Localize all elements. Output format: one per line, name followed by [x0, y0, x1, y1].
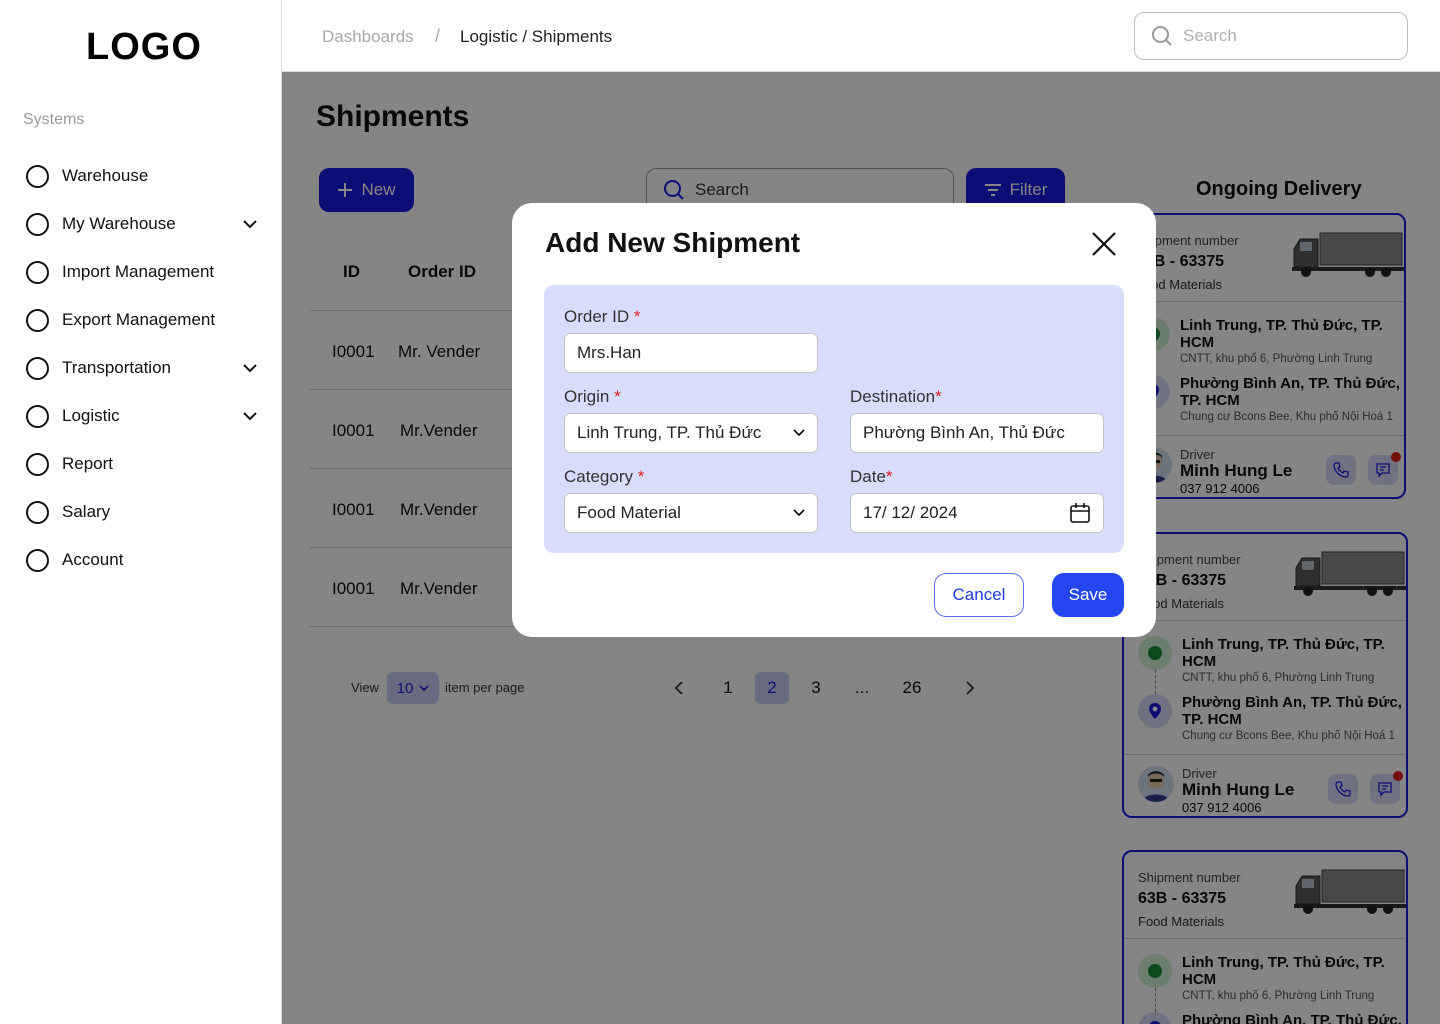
sidebar-item-label: My Warehouse: [62, 214, 176, 233]
sidebar-item-my-warehouse[interactable]: My Warehouse: [26, 200, 258, 248]
sidebar-item-report[interactable]: Report: [26, 440, 258, 488]
chevron-down-icon: [793, 509, 805, 517]
sidebar-item-label: Account: [62, 550, 124, 569]
circle-icon: [26, 212, 49, 236]
sidebar-item-label: Report: [62, 454, 114, 473]
origin-select[interactable]: Linh Trung, TP. Thủ Đức: [564, 413, 818, 453]
destination-label: Destination*: [850, 387, 942, 406]
topbar: Dashboards / Logistic / Shipments: [282, 0, 1440, 72]
circle-icon: [26, 260, 49, 284]
top-search-box[interactable]: [1134, 12, 1408, 60]
sidebar-item-label: Import Management: [62, 262, 215, 281]
sidebar-item-label: Salary: [62, 502, 111, 521]
breadcrumb-root[interactable]: Dashboards: [322, 27, 414, 47]
order-id-label: Order ID *: [564, 307, 641, 326]
category-label: Category *: [564, 467, 645, 486]
search-icon: [1152, 26, 1172, 46]
circle-icon: [26, 164, 49, 188]
top-search-input[interactable]: [1183, 26, 1383, 46]
close-button[interactable]: [1088, 229, 1120, 261]
destination-value: Phường Bình An, Thủ Đức: [863, 423, 1065, 442]
sidebar-item-import-management[interactable]: Import Management: [26, 248, 258, 296]
sidebar-item-label: Warehouse: [62, 166, 149, 185]
sidebar-item-transportation[interactable]: Transportation: [26, 344, 258, 392]
date-label: Date*: [850, 467, 893, 486]
chevron-down-icon[interactable]: [242, 360, 258, 376]
order-id-field[interactable]: Mrs.Han: [564, 333, 818, 373]
dialog-title: Add New Shipment: [545, 227, 801, 258]
category-value: Food Material: [577, 503, 681, 522]
breadcrumb-separator: /: [435, 26, 441, 46]
sidebar-item-export-management[interactable]: Export Management: [26, 296, 258, 344]
category-select[interactable]: Food Material: [564, 493, 818, 533]
sidebar-item-label: Logistic: [62, 406, 120, 425]
chevron-down-icon[interactable]: [242, 408, 258, 424]
sidebar-item-warehouse[interactable]: Warehouse: [26, 152, 258, 200]
origin-label: Origin *: [564, 387, 621, 406]
shipment-form: Order ID * Mrs.Han Origin * Linh Trung, …: [544, 285, 1124, 553]
chevron-down-icon[interactable]: [242, 216, 258, 232]
order-id-value: Mrs.Han: [577, 343, 642, 362]
chevron-down-icon: [793, 429, 805, 437]
origin-value: Linh Trung, TP. Thủ Đức: [577, 423, 762, 442]
date-value: 17/ 12/ 2024: [863, 503, 958, 522]
sidebar-item-salary[interactable]: Salary: [26, 488, 258, 536]
breadcrumb-current: Logistic / Shipments: [460, 27, 613, 46]
circle-icon: [26, 500, 49, 524]
sidebar-nav: Warehouse My Warehouse Import Management…: [26, 152, 258, 584]
close-icon: [1092, 232, 1116, 256]
circle-icon: [26, 404, 49, 428]
sidebar-item-account[interactable]: Account: [26, 536, 258, 584]
logo[interactable]: LOGO: [86, 26, 202, 69]
sidebar-section-label: Systems: [23, 111, 85, 128]
save-button[interactable]: Save: [1052, 573, 1124, 617]
sidebar: LOGO Systems Warehouse My Warehouse Impo…: [0, 0, 282, 1024]
sidebar-item-label: Transportation: [62, 358, 171, 377]
date-field[interactable]: 17/ 12/ 2024: [850, 493, 1104, 533]
destination-field[interactable]: Phường Bình An, Thủ Đức: [850, 413, 1104, 453]
sidebar-item-label: Export Management: [62, 310, 216, 329]
circle-icon: [26, 308, 49, 332]
cancel-button[interactable]: Cancel: [934, 573, 1024, 617]
sidebar-item-logistic[interactable]: Logistic: [26, 392, 258, 440]
calendar-icon[interactable]: [1069, 502, 1091, 524]
add-shipment-dialog: Add New Shipment Order ID * Mrs.Han Orig…: [512, 203, 1156, 637]
circle-icon: [26, 452, 49, 476]
circle-icon: [26, 548, 49, 572]
circle-icon: [26, 356, 49, 380]
